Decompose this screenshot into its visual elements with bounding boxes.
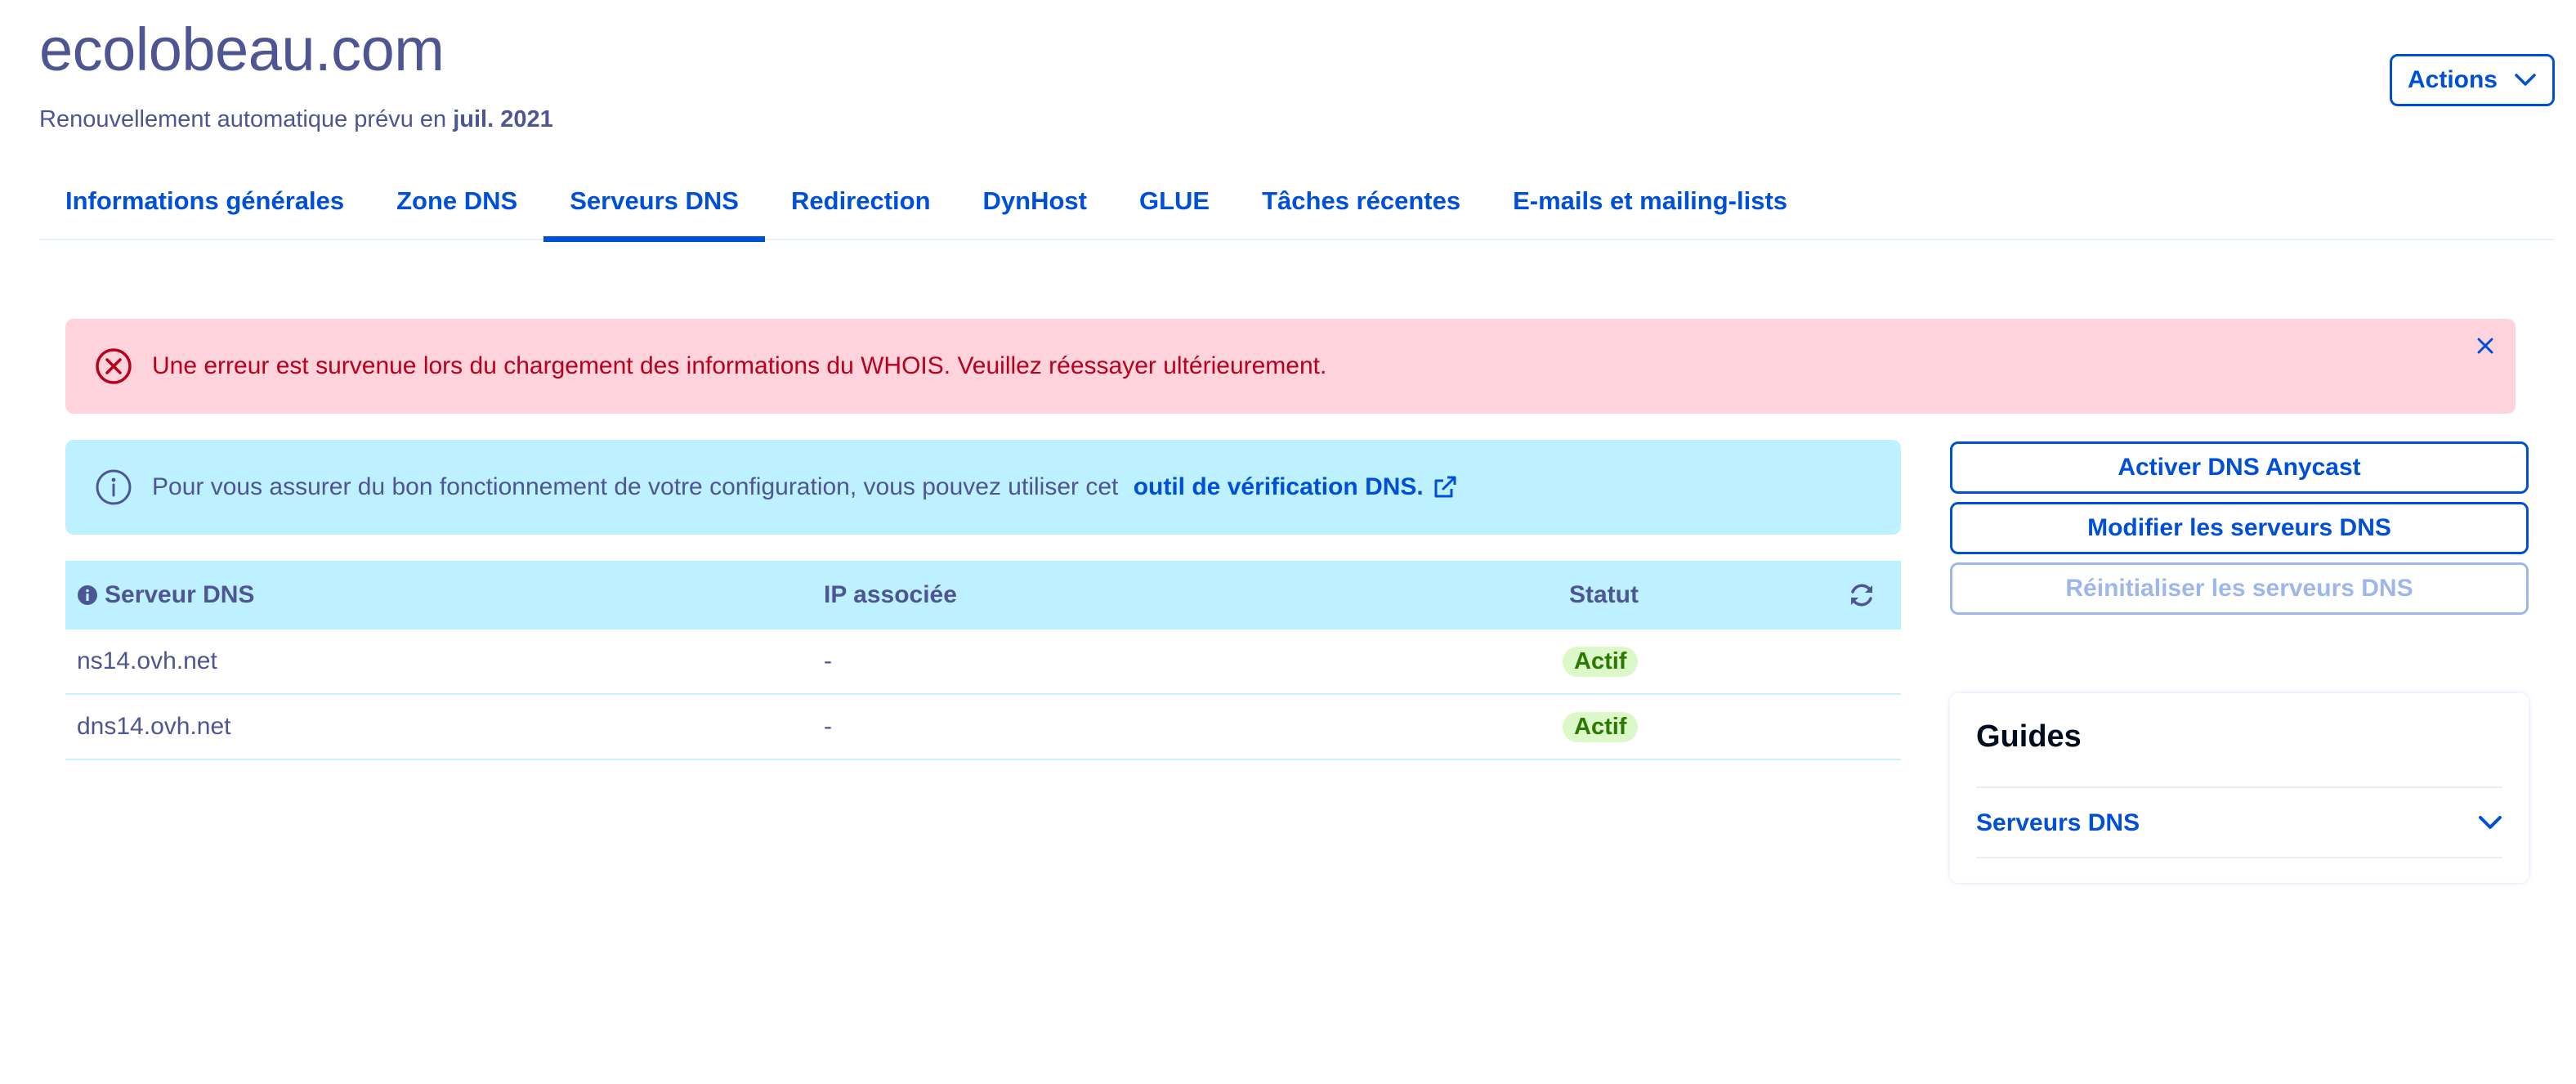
info-message: Pour vous assurer du bon fonctionnement … (152, 473, 1458, 501)
header-ip: IP associée (824, 581, 957, 608)
guides-title: Guides (1976, 719, 2082, 754)
refresh-icon[interactable] (1847, 580, 1876, 610)
tab-emails-mailing-lists[interactable]: E-mails et mailing-lists (1487, 175, 1813, 240)
error-message: Une erreur est survenue lors du chargeme… (152, 352, 1327, 379)
error-banner: Une erreur est survenue lors du chargeme… (65, 319, 2516, 414)
actions-button[interactable]: Actions (2390, 54, 2555, 106)
header-server: Serveur DNS (77, 581, 254, 609)
divider (1976, 786, 2502, 788)
dns-check-link-label: outil de vérification DNS. (1133, 473, 1424, 500)
error-circle-icon (96, 348, 132, 384)
renewal-prefix: Renouvellement automatique prévu en (39, 106, 454, 132)
guide-item-label: Serveurs DNS (1976, 809, 2140, 836)
actions-label: Actions (2407, 66, 2498, 93)
status-badge: Actif (1563, 646, 1639, 677)
info-banner: Pour vous assurer du bon fonctionnement … (65, 440, 1901, 535)
tab-glue[interactable]: GLUE (1113, 175, 1236, 240)
cell-server: ns14.ovh.net (77, 647, 217, 674)
table-header: Serveur DNS IP associée Statut (65, 561, 1901, 629)
chevron-down-icon (2479, 816, 2502, 829)
header-server-label: Serveur DNS (105, 581, 255, 608)
modify-dns-servers-button[interactable]: Modifier les serveurs DNS (1950, 502, 2529, 554)
divider (1976, 857, 2502, 858)
close-icon[interactable] (2473, 334, 2498, 358)
chevron-down-icon (2515, 74, 2536, 86)
info-icon (78, 585, 97, 605)
tab-dynhost[interactable]: DynHost (957, 175, 1113, 240)
cell-ip: - (824, 647, 832, 674)
tab-serveurs-dns[interactable]: Serveurs DNS (543, 175, 765, 242)
tab-redirection[interactable]: Redirection (765, 175, 957, 240)
cell-ip: - (824, 713, 832, 740)
header-status: Statut (1569, 581, 1639, 608)
activate-anycast-button[interactable]: Activer DNS Anycast (1950, 441, 2529, 494)
external-link-icon (1434, 476, 1456, 498)
tab-bar: Informations générales Zone DNS Serveurs… (39, 175, 2555, 242)
renewal-date: juil. 2021 (453, 106, 553, 132)
status-badge: Actif (1563, 711, 1639, 742)
info-circle-icon (96, 469, 132, 505)
dns-servers-table: Serveur DNS IP associée Statut ns14.ovh.… (65, 561, 1901, 760)
renewal-info: Renouvellement automatique prévu en juil… (39, 106, 553, 133)
table-row: dns14.ovh.net - Actif (65, 695, 1901, 760)
guides-panel: Guides Serveurs DNS (1950, 693, 2529, 883)
domain-title: ecolobeau.com (39, 16, 445, 83)
guide-item-serveurs-dns[interactable]: Serveurs DNS (1976, 790, 2502, 857)
table-row: ns14.ovh.net - Actif (65, 629, 1901, 695)
reset-dns-servers-button: Réinitialiser les serveurs DNS (1950, 562, 2529, 615)
tab-taches-recentes[interactable]: Tâches récentes (1236, 175, 1487, 240)
tab-zone-dns[interactable]: Zone DNS (370, 175, 543, 240)
page: ecolobeau.com Renouvellement automatique… (0, 0, 2576, 1084)
dns-check-link[interactable]: outil de vérification DNS. (1134, 473, 1458, 501)
tab-informations-generales[interactable]: Informations générales (39, 175, 370, 240)
info-text: Pour vous assurer du bon fonctionnement … (152, 473, 1119, 500)
cell-server: dns14.ovh.net (77, 713, 231, 740)
